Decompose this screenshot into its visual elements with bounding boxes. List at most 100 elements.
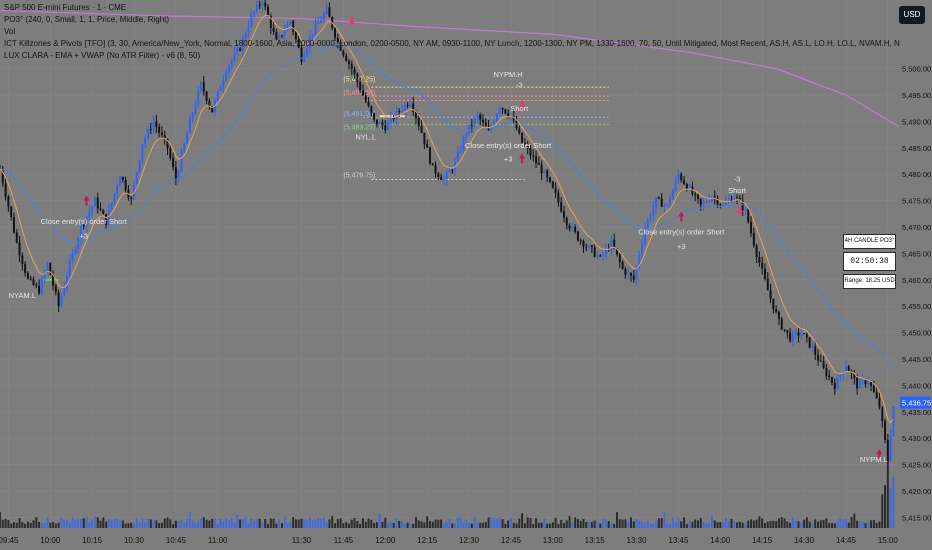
price-axis[interactable]: 5,500.00 5,495.00 5,490.00 5,485.00 5,480.00… (899, 0, 932, 550)
volume-bar (406, 522, 409, 528)
candle-body (565, 217, 568, 226)
candlestick-chart[interactable]: (5,497.25)(5,494.50)(5,491.00)(5,489.25)… (0, 0, 932, 550)
volume-bar (345, 521, 348, 528)
time-tick-label: 11:30 (292, 536, 312, 545)
volume-bar (755, 519, 758, 528)
volume-bar (733, 521, 736, 528)
candle-body (71, 252, 74, 261)
candle-body (46, 262, 49, 273)
candle-body (875, 392, 878, 398)
candle-body (878, 397, 881, 408)
candle-body (501, 108, 504, 110)
candle-body (872, 385, 875, 393)
currency-button[interactable]: USD (899, 6, 925, 24)
candle-body (649, 216, 652, 220)
volume-bar (674, 521, 677, 528)
candle-body (789, 332, 792, 342)
volume-bar (861, 521, 864, 528)
volume-bar (783, 518, 786, 528)
volume-bar (618, 519, 621, 528)
chart-window: (5,497.25) (5,494.50) (5,491.00) (5,489.25)… (0, 0, 932, 550)
candle-body (10, 206, 13, 218)
time-axis[interactable]: 09:45 10:00 10:15 10:30 10:45 11:00 11:30 11:45… (0, 528, 932, 550)
volume-bar (557, 523, 560, 528)
volume-bar (306, 519, 309, 528)
candle-body (194, 104, 197, 114)
volume-bar (350, 519, 353, 528)
volume-bar (261, 522, 264, 528)
volume-bar (292, 517, 295, 528)
candle-body (495, 114, 498, 122)
candle-body (540, 164, 543, 174)
price-tick-label: 5,415.00 (902, 513, 931, 522)
indicator-lux-clara[interactable]: LUX CLARA - EMA + VWAP (No ATR Filter) -… (4, 50, 200, 62)
volume-bar (225, 518, 228, 528)
volume-bar (283, 516, 286, 528)
volume-bar (24, 523, 27, 528)
candle-body (191, 113, 194, 119)
volume-bar (627, 521, 630, 528)
volume-bar (113, 519, 116, 528)
candle-body (772, 298, 775, 310)
candle-body (437, 173, 440, 178)
volume-bar (211, 518, 214, 528)
last-price-label: 5,436.75 (902, 399, 931, 408)
indicator-killzones[interactable]: ICT Killzones & Pivots [TFO] (3, 30, Ame… (4, 38, 900, 50)
candle-body (328, 7, 331, 18)
volume-bar (398, 520, 401, 528)
volume-bar (239, 519, 242, 528)
indicator-vol[interactable]: Vol (4, 26, 15, 38)
volume-bar (255, 519, 258, 528)
volume-bar (764, 523, 766, 528)
candle-body (434, 165, 437, 174)
volume-bar (808, 521, 811, 528)
candle-body (188, 118, 191, 133)
volume-bar (322, 517, 325, 528)
volume-bar (426, 516, 429, 528)
level-tag: (5,489.25) (343, 124, 375, 131)
candle-body (375, 119, 378, 125)
volume-bar (752, 520, 755, 528)
candle-body (384, 125, 387, 131)
candle-body (381, 122, 384, 126)
volume-bar (26, 521, 29, 528)
volume-bar (54, 523, 57, 528)
volume-bar (121, 520, 124, 528)
volume-bar (677, 517, 680, 528)
volume-bar (847, 522, 850, 528)
candle-body (797, 332, 800, 336)
volume-bar (300, 518, 303, 528)
volume-bar (697, 520, 699, 528)
time-tick-label: 10:00 (40, 536, 61, 545)
candle-body (68, 260, 71, 277)
candle-body (420, 126, 423, 133)
candle-body (473, 118, 476, 126)
indicator-po3[interactable]: PO3° (240, 0, Small, 1, 1, Price, Middle… (4, 14, 169, 26)
volume-bar (415, 517, 417, 528)
volume-bar (643, 523, 646, 528)
volume-bar (278, 519, 281, 528)
candle-body (99, 208, 102, 211)
candle-body (783, 329, 786, 331)
volume-bar (722, 522, 725, 528)
volume-bar (57, 522, 60, 528)
volume-bar (741, 522, 744, 528)
volume-bar (381, 521, 384, 528)
candle-body (549, 177, 551, 182)
volume-bar (482, 522, 484, 528)
candle-body (794, 332, 797, 334)
volume-bar (660, 517, 663, 528)
volume-bar (521, 513, 524, 528)
volume-bar (0, 512, 1, 528)
candle-body (281, 35, 283, 37)
candle-body (817, 354, 820, 361)
candle-body (311, 34, 314, 38)
volume-bar (509, 518, 512, 528)
candle-body (819, 360, 822, 362)
volume-bar (180, 519, 183, 528)
volume-bar (582, 518, 585, 528)
volume-bar (495, 518, 498, 528)
price-tick-label: 5,460.00 (902, 276, 931, 285)
volume-bar (590, 521, 593, 528)
candle-body (138, 160, 141, 173)
